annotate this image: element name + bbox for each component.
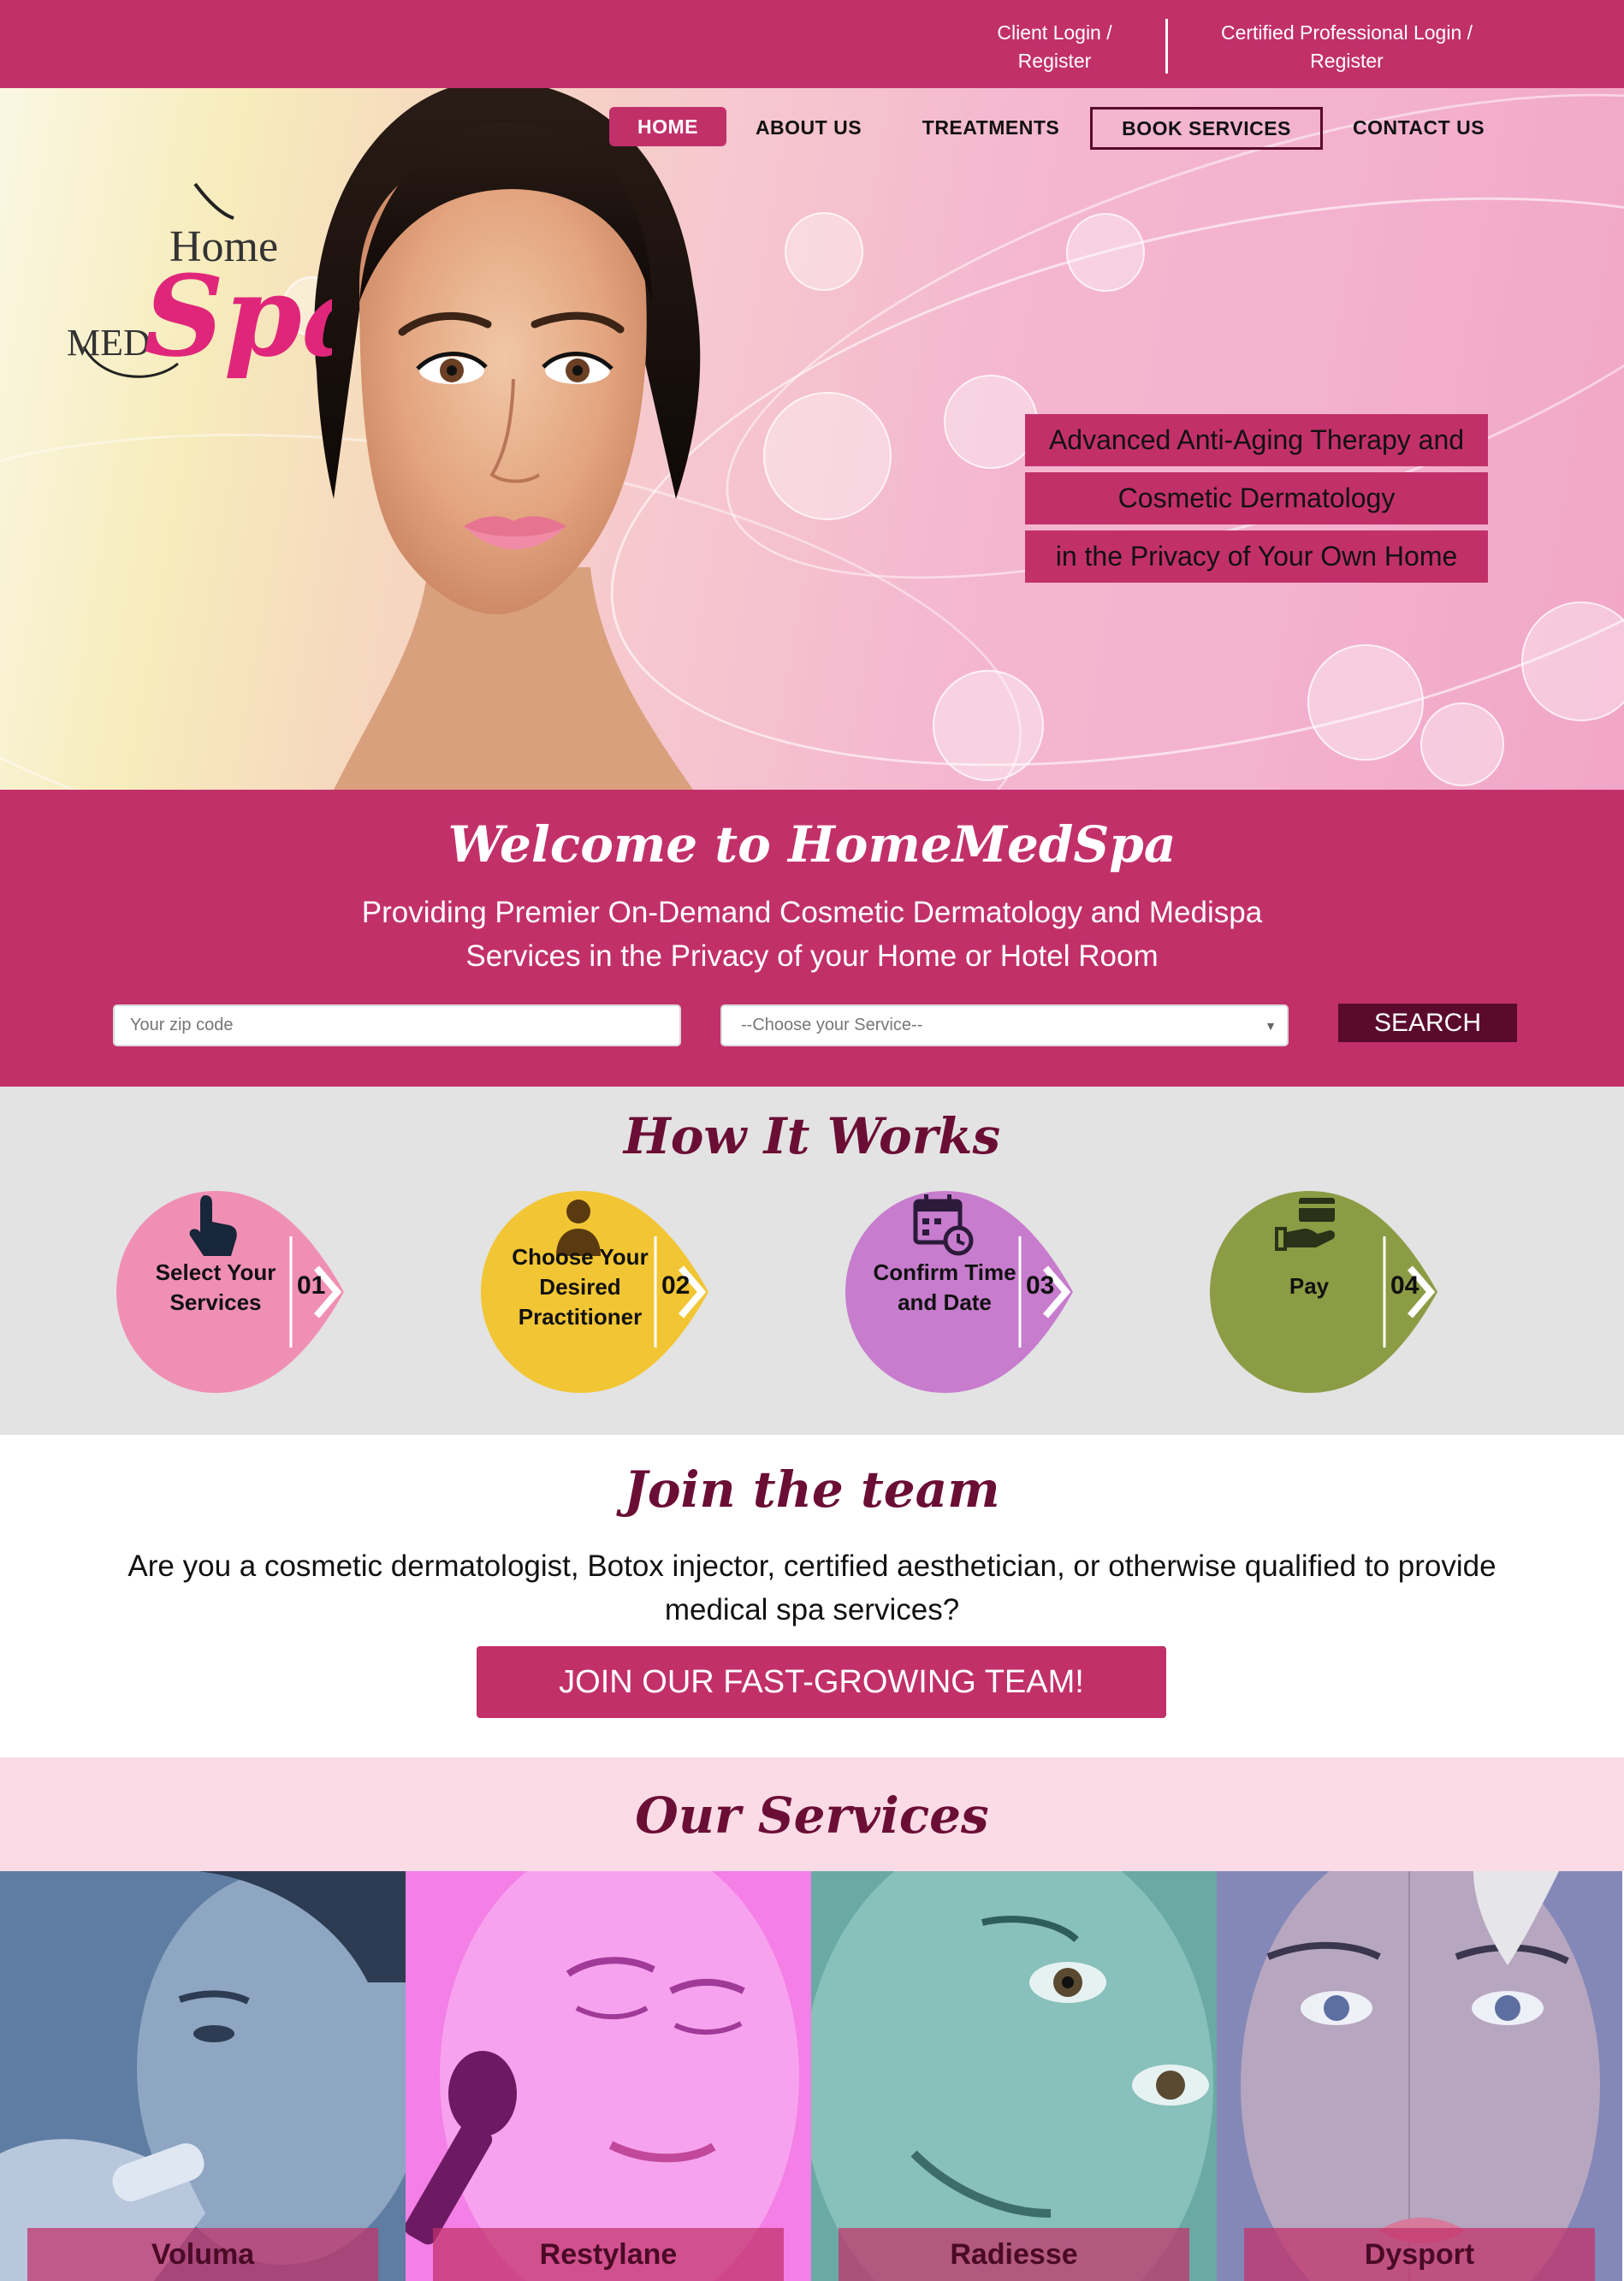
nav-home[interactable]: HOME [609,107,726,146]
step-2-label: Choose Your Desired Practitioner [512,1244,649,1330]
hero-bubble [933,670,1044,781]
top-divider [1165,19,1168,74]
welcome-title: Welcome to HomeMedSpa [447,815,1177,874]
nav-about-us[interactable]: ABOUT US [744,107,873,148]
hero-bubble [1307,644,1424,761]
hero-bubble [1420,702,1504,786]
radiesse-image [811,1871,1217,2281]
top-bar: Client Login / Register Certified Profes… [0,0,1624,88]
join-team-title: Join the team [624,1460,1000,1519]
step-3: Confirm Time and Date 03 [842,1189,1099,1395]
restylane-image [406,1871,811,2281]
service-select[interactable]: --Choose your Service-- ▼ [720,1004,1289,1046]
hand-card-icon [1275,1198,1336,1251]
service-tile-voluma[interactable]: Voluma [0,1871,406,2281]
how-it-works-section: How It Works Select Your Services 01 Cho… [0,1087,1624,1435]
homemedspa-logo[interactable]: Home MED Spa [50,167,332,398]
nav-treatments[interactable]: TREATMENTS [905,107,1076,148]
step-4: Pay 04 [1206,1189,1463,1395]
step-1-number: 01 [297,1271,326,1300]
hero-tagline-2: Cosmetic Dermatology [1025,472,1488,524]
step-4-label: Pay [1289,1273,1330,1299]
step-4-number: 04 [1390,1271,1420,1300]
service-tile-dysport[interactable]: Dysport [1217,1871,1622,2281]
join-team-text: Are you a cosmetic dermatologist, Botox … [127,1549,1497,1626]
service-select-value: --Choose your Service-- [741,1016,923,1034]
how-it-works-title: How It Works [623,1107,1001,1165]
service-name-restylane: Restylane [433,2228,784,2281]
professional-login-link[interactable]: Certified Professional Login / Register [1198,19,1496,75]
calendar-clock-icon [913,1194,974,1256]
pointer-hand-icon [189,1195,237,1256]
hero-banner: Home MED Spa Advanced Anti-Aging Therapy… [0,88,1624,790]
service-tile-restylane[interactable]: Restylane [406,1871,811,2281]
nav-book-services[interactable]: BOOK SERVICES [1090,107,1323,150]
dysport-image [1217,1871,1622,2281]
services-title: Our Services [635,1786,989,1845]
search-button[interactable]: SEARCH [1338,1004,1517,1042]
welcome-subtitle-line-1: Providing Premier On-Demand Cosmetic Der… [361,896,1263,929]
join-team-section: Join the team Are you a cosmetic dermato… [0,1435,1624,1757]
hero-tagline-3: in the Privacy of Your Own Home [1025,530,1488,583]
service-name-radiesse: Radiesse [839,2228,1189,2281]
zip-code-input[interactable] [113,1004,681,1046]
hero-bubble [785,212,863,291]
voluma-image [0,1871,406,2281]
step-3-label: Confirm Time and Date [873,1259,1016,1315]
service-tile-radiesse[interactable]: Radiesse [811,1871,1217,2281]
welcome-subtitle-line-2: Services in the Privacy of your Home or … [465,939,1159,973]
join-team-button[interactable]: JOIN OUR FAST-GROWING TEAM! [477,1646,1166,1718]
hero-tagline-1: Advanced Anti-Aging Therapy and [1025,414,1488,466]
client-login-link[interactable]: Client Login / Register [975,19,1134,75]
welcome-section: Welcome to HomeMedSpa Providing Premier … [0,790,1624,1087]
service-name-dysport: Dysport [1244,2228,1595,2281]
nav-contact-us[interactable]: CONTACT US [1342,107,1496,148]
hero-bubble [944,375,1038,469]
chevron-down-icon: ▼ [1265,1019,1277,1033]
hero-bubble [1066,213,1145,292]
step-1-label: Select Your Services [155,1259,276,1315]
services-header: Our Services [0,1757,1624,1871]
step-3-number: 03 [1026,1271,1055,1300]
step-2-number: 02 [661,1271,690,1300]
step-1: Select Your Services 01 [113,1189,370,1395]
service-name-voluma: Voluma [27,2228,378,2281]
logo-med-text: MED [67,322,151,364]
logo-spa-text: Spa [144,251,332,382]
hero-bubble [763,392,892,520]
welcome-subtitle: Providing Premier On-Demand Cosmetic Der… [257,891,1367,978]
step-2: Choose Your Desired Practitioner 02 [477,1189,734,1395]
